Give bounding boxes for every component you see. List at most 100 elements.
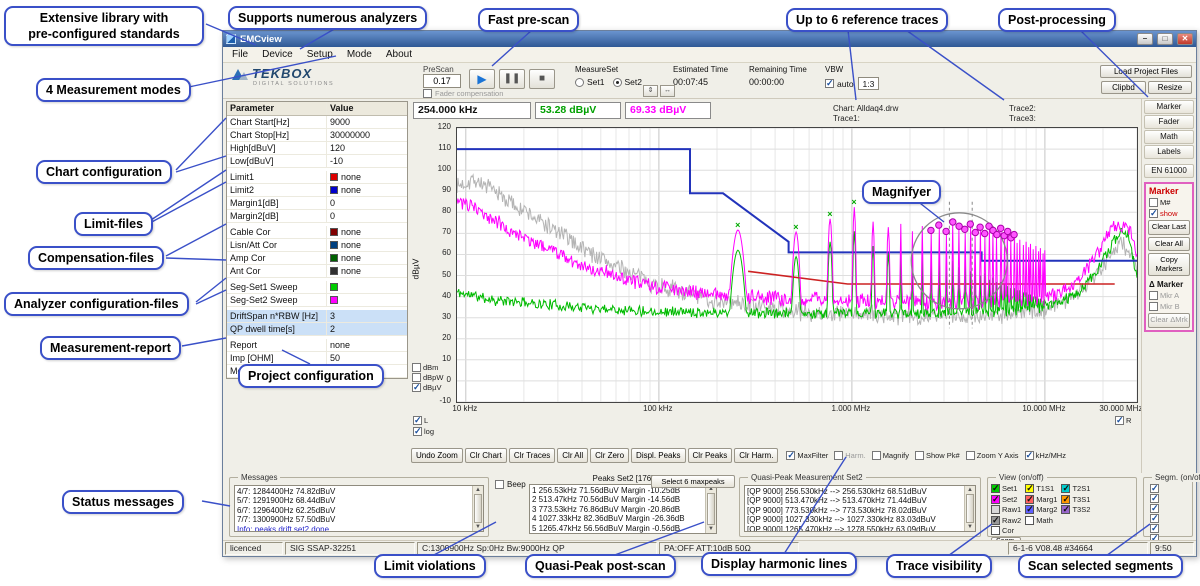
view-toggle-marg2[interactable]: Marg2: [1025, 505, 1057, 514]
param-row-limit2[interactable]: Limit2none: [227, 184, 407, 197]
peaks-listbox[interactable]: 1 256.53kHz 71.56dBuV Margin -10.25dB2 5…: [529, 484, 717, 534]
scrollbar[interactable]: ▲▼: [964, 486, 975, 531]
marker-b-checkbox[interactable]: Mkr B: [1147, 302, 1191, 311]
spectrum-plot[interactable]: ××××: [456, 127, 1138, 403]
tab-math[interactable]: Math: [1144, 130, 1194, 144]
clear-all-button[interactable]: Clear All: [1148, 237, 1190, 252]
param-row-lisn-att-cor[interactable]: Lisn/Att Cornone: [227, 239, 407, 252]
tab-marker[interactable]: Marker: [1144, 100, 1194, 114]
param-row-limit1[interactable]: Limit1none: [227, 171, 407, 184]
tab-fader[interactable]: Fader: [1144, 115, 1194, 129]
param-row-driftspan-n-rbw-hz[interactable]: DriftSpan n*RBW [Hz]3: [227, 310, 407, 323]
minimize-button[interactable]: –: [1137, 33, 1153, 45]
toggle-zoom-y-axis[interactable]: Zoom Y Axis: [966, 451, 1019, 460]
displ-peaks-button[interactable]: Displ. Peaks: [631, 448, 685, 463]
axis-check-l[interactable]: L: [413, 416, 434, 425]
segment-checkbox-3[interactable]: [1150, 504, 1159, 513]
unit-checkbox-dbm[interactable]: dBm: [412, 363, 443, 372]
param-row-seg-set2-sweep[interactable]: Seg-Set2 Sweep: [227, 294, 407, 307]
play-button[interactable]: ▶: [469, 69, 495, 89]
tab-labels[interactable]: Labels: [1144, 145, 1194, 159]
view-toggle-raw1[interactable]: Raw1: [991, 505, 1021, 514]
view-toggle-set2[interactable]: Set2: [991, 495, 1021, 504]
close-button[interactable]: ✕: [1177, 33, 1193, 45]
quasi-peak-listbox[interactable]: [QP 9000] 256.530kHz --> 256.530kHz 68.5…: [744, 485, 976, 532]
pause-button[interactable]: ❚❚: [499, 69, 525, 89]
param-row-amp-cor[interactable]: Amp Cornone: [227, 252, 407, 265]
menu-setup[interactable]: Setup: [300, 48, 340, 61]
list-line[interactable]: 3 773.53kHz 76.86dBuV Margin -20.86dB: [532, 505, 703, 514]
copy-markers-button[interactable]: Copy Markers: [1148, 253, 1190, 276]
param-row-margin2-db[interactable]: Margin2[dB]0: [227, 210, 407, 223]
segment-checkbox-4[interactable]: [1150, 514, 1159, 523]
axis-check-r[interactable]: R: [1115, 416, 1131, 425]
clear-last-button[interactable]: Clear Last: [1148, 220, 1190, 235]
view-toggle-set1[interactable]: Set1: [991, 484, 1021, 493]
messages-listbox[interactable]: 4/7: 1284400Hz 74.82dBuV5/7: 1291900Hz 6…: [234, 485, 484, 532]
clr-harm-button[interactable]: Clr Harm.: [734, 448, 778, 463]
list-line[interactable]: 4 1027.33kHz 82.36dBuV Margin -26.36dB: [532, 514, 703, 523]
prescan-input[interactable]: [423, 74, 461, 88]
expand-vertical-button[interactable]: ⇕: [643, 85, 658, 97]
segment-checkbox-1[interactable]: [1150, 484, 1159, 493]
view-toggle-raw2[interactable]: Raw2: [991, 516, 1021, 525]
param-row-chart-stop-hz[interactable]: Chart Stop[Hz]30000000: [227, 129, 407, 142]
clr-traces-button[interactable]: Clr Traces: [509, 448, 555, 463]
list-line[interactable]: Info: peaks drift set2 done: [237, 525, 470, 531]
list-line[interactable]: [QP 9000] 1027.330kHz --> 1027.330kHz 83…: [747, 515, 962, 524]
fader-compensation-checkbox[interactable]: Fader compensation: [423, 89, 503, 98]
clear-delta-marker-button[interactable]: Clear ΔMrk: [1148, 313, 1190, 328]
vbw-auto-checkbox[interactable]: auto: [825, 79, 854, 89]
list-line[interactable]: [QP 9000] 256.530kHz --> 256.530kHz 68.5…: [747, 487, 962, 496]
segment-checkbox-5[interactable]: [1150, 524, 1159, 533]
select-maxpeaks-button[interactable]: Select 6 maxpeaks: [651, 475, 735, 488]
beep-checkbox[interactable]: Beep: [495, 480, 526, 489]
list-line[interactable]: [QP 9000] 513.470kHz --> 513.470kHz 71.4…: [747, 496, 962, 505]
list-line[interactable]: 5 1265.47kHz 56.56dBuV Margin -0.56dB: [532, 524, 703, 533]
menu-mode[interactable]: Mode: [340, 48, 379, 61]
toggle-show-pk[interactable]: Show Pk#: [915, 451, 960, 460]
toggle-khz-mhz[interactable]: kHz/MHz: [1025, 451, 1066, 460]
vbw-ratio-select[interactable]: 1:3: [858, 77, 880, 90]
set2-radio[interactable]: Set2: [613, 77, 643, 87]
param-row-cable-cor[interactable]: Cable Cornone: [227, 226, 407, 239]
set1-radio[interactable]: Set1: [575, 77, 605, 87]
clr-all-button[interactable]: Clr All: [557, 448, 588, 463]
view-toggle-t3s1[interactable]: T3S1: [1061, 495, 1090, 504]
param-row-low-dbuv[interactable]: Low[dBuV]-10: [227, 155, 407, 168]
marker-number-checkbox[interactable]: M#: [1147, 198, 1191, 207]
menu-about[interactable]: About: [379, 48, 419, 61]
list-line[interactable]: 7/7: 1300900Hz 57.50dBuV: [237, 515, 470, 524]
view-toggle-t3s2[interactable]: T3S2: [1061, 505, 1090, 514]
load-project-files-button[interactable]: Load Project Files: [1100, 65, 1192, 78]
list-line[interactable]: [QP 9000] 773.530kHz --> 773.530kHz 78.0…: [747, 506, 962, 515]
view-toggle-math[interactable]: Math: [1025, 516, 1057, 525]
clr-peaks-button[interactable]: Clr Peaks: [688, 448, 733, 463]
menu-file[interactable]: File: [225, 48, 255, 61]
segment-checkbox-2[interactable]: [1150, 494, 1159, 503]
scrollbar[interactable]: ▲▼: [472, 486, 483, 531]
standard-en61000-button[interactable]: EN 61000: [1144, 164, 1194, 178]
axis-check-log[interactable]: log: [413, 427, 434, 436]
menu-device[interactable]: Device: [255, 48, 300, 61]
param-row-report[interactable]: Reportnone: [227, 339, 407, 352]
marker-a-checkbox[interactable]: Mkr A: [1147, 291, 1191, 300]
undo-zoom-button[interactable]: Undo Zoom: [411, 448, 463, 463]
clr-chart-button[interactable]: Clr Chart: [465, 448, 507, 463]
param-row-ant-cor[interactable]: Ant Cornone: [227, 265, 407, 278]
maximize-button[interactable]: □: [1157, 33, 1173, 45]
param-row-chart-start-hz[interactable]: Chart Start[Hz]9000: [227, 116, 407, 129]
list-line[interactable]: 6/7: 1296400Hz 62.25dBuV: [237, 506, 470, 515]
scrollbar[interactable]: ▲▼: [705, 485, 716, 533]
resize-button[interactable]: Resize: [1148, 81, 1192, 94]
param-row-seg-set1-sweep[interactable]: Seg-Set1 Sweep: [227, 281, 407, 294]
unit-checkbox-db-v[interactable]: dBµV: [412, 383, 443, 392]
view-toggle-t1s1[interactable]: T1S1: [1025, 484, 1057, 493]
clipboard-button[interactable]: Clipbd: [1101, 81, 1146, 94]
clr-zero-button[interactable]: Clr Zero: [590, 448, 629, 463]
toggle-magnify[interactable]: Magnify: [872, 451, 909, 460]
param-row-high-dbuv[interactable]: High[dBuV]120: [227, 142, 407, 155]
show-markers-checkbox[interactable]: show: [1147, 209, 1191, 218]
toggle-maxfilter[interactable]: MaxFilter: [786, 451, 828, 460]
view-toggle-cor[interactable]: Cor: [991, 526, 1021, 535]
